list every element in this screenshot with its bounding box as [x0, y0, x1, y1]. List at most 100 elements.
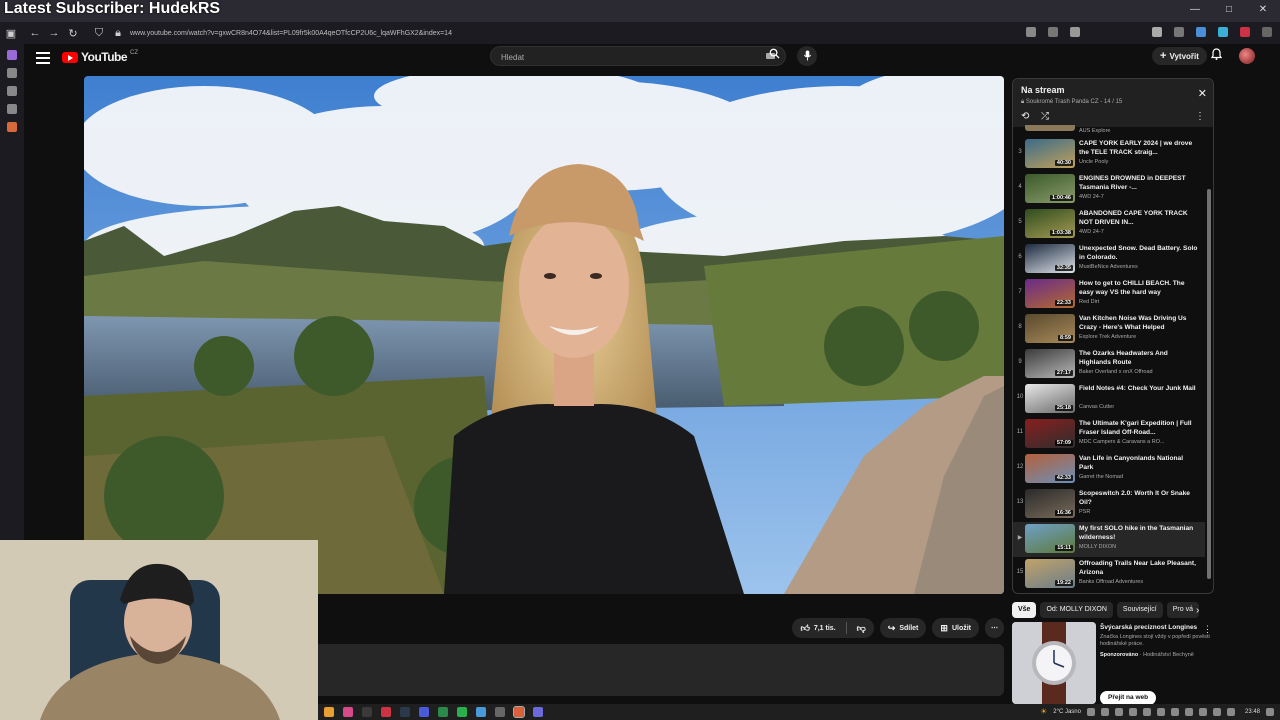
playlist-item[interactable]: 3 40:30 CAPE YORK EARLY 2024 | we drove th…: [1013, 137, 1205, 172]
taskbar-app-instagram-icon[interactable]: [343, 707, 353, 717]
taskbar-app-shield-icon[interactable]: [381, 707, 391, 717]
search-button[interactable]: [762, 46, 786, 66]
chip-filter[interactable]: Související: [1116, 602, 1163, 618]
inbox-icon[interactable]: [7, 68, 17, 78]
reload-icon[interactable]: ↻: [65, 27, 81, 40]
reader-icon[interactable]: [1026, 27, 1036, 37]
taskbar-app-chrome-icon[interactable]: [476, 707, 486, 717]
extension-icon-3[interactable]: [1196, 27, 1206, 37]
ad-title[interactable]: Švýcarská preciznost Longines: [1100, 624, 1210, 631]
playlist-item-thumbnail[interactable]: 1:03:38: [1025, 209, 1075, 238]
like-button[interactable]: 👍︎ 7,1 tis.: [800, 623, 835, 634]
account-avatar[interactable]: [1239, 48, 1255, 64]
playlist-item[interactable]: ▶ 15:11 My first SOLO hike in the Tasmania…: [1013, 522, 1205, 557]
playlist-item[interactable]: 9 27:17 The Ozarks Headwaters And Highland…: [1013, 347, 1205, 382]
dislike-button[interactable]: 👎︎: [857, 623, 866, 634]
close-window-icon[interactable]: ✕: [1256, 4, 1270, 15]
playlist-item-title[interactable]: Van Life in Canyonlands National Park: [1079, 454, 1199, 472]
tray-icon-5[interactable]: [1142, 707, 1151, 716]
extension-icon-4[interactable]: [1218, 27, 1228, 37]
bookmarks-icon[interactable]: [7, 104, 17, 114]
chip-filter[interactable]: Od: MOLLY DIXON: [1040, 602, 1113, 618]
playlist-scrollbar[interactable]: [1206, 129, 1212, 589]
minimize-icon[interactable]: —: [1188, 4, 1202, 15]
youtube-logo[interactable]: YouTube CZ: [62, 50, 138, 64]
playlist-item-thumbnail[interactable]: 42:33: [1025, 454, 1075, 483]
playlist-item-thumbnail[interactable]: 25:18: [1025, 384, 1075, 413]
bookmark-star-icon[interactable]: [1070, 27, 1080, 37]
voice-search-button[interactable]: [797, 46, 817, 66]
playlist-item[interactable]: 7 22:33 How to get to CHILLI BEACH. The ea…: [1013, 277, 1205, 312]
playlist-item-thumbnail[interactable]: 40:30: [1025, 139, 1075, 168]
extension-icon-5[interactable]: [1240, 27, 1250, 37]
playlist-item-thumbnail[interactable]: 19:22: [1025, 559, 1075, 588]
playlist-item-thumbnail[interactable]: 32:35: [1025, 244, 1075, 273]
tray-icon-2[interactable]: [1100, 707, 1109, 716]
video-player[interactable]: [84, 76, 1004, 594]
playlist-item-title[interactable]: ABANDONED CAPE YORK TRACK NOT DRIVEN IN.…: [1079, 209, 1199, 227]
playlist-item-title[interactable]: The Ozarks Headwaters And Highlands Rout…: [1079, 349, 1199, 367]
ad-cta-button[interactable]: Přejít na web: [1100, 691, 1157, 705]
notification-center-icon[interactable]: [1266, 707, 1274, 716]
taskbar-app-spotify-icon[interactable]: [457, 707, 467, 717]
maximize-icon[interactable]: □: [1222, 4, 1236, 15]
chevron-right-icon[interactable]: ›: [1196, 605, 1199, 616]
tray-icon-1[interactable]: [1086, 707, 1095, 716]
chip-filter[interactable]: Vše: [1012, 602, 1037, 618]
close-playlist-icon[interactable]: ✕: [1198, 87, 1207, 100]
playlist-item[interactable]: 11 57:09 The Ultimate K'gari Expedition | …: [1013, 417, 1205, 452]
playlist-item-thumbnail[interactable]: 1:00:46: [1025, 174, 1075, 203]
playlist-item-thumbnail[interactable]: 15:11: [1025, 524, 1075, 553]
share-button[interactable]: ↪ Sdílet: [879, 618, 927, 638]
translate-icon[interactable]: [1048, 27, 1058, 37]
playlist-item[interactable]: 8 8:59 Van Kitchen Noise Was Driving Us Cr…: [1013, 312, 1205, 347]
playlist-item-title[interactable]: Field Notes #4: Check Your Junk Mail: [1079, 384, 1199, 393]
scrollbar-thumb[interactable]: [1207, 189, 1211, 579]
playlist-item-title[interactable]: Scopeswitch 2.0: Worth It Or Snake Oil?: [1079, 489, 1199, 507]
save-button[interactable]: ⊞ Uložit: [932, 618, 979, 638]
ad-more-icon[interactable]: ⋮: [1203, 624, 1212, 635]
playlist-item-title[interactable]: CAPE YORK EARLY 2024 | we drove the TELE…: [1079, 139, 1199, 157]
playlist-item[interactable]: 15 19:22 Offroading Trails Near Lake Pleas…: [1013, 557, 1205, 592]
extension-icon-1[interactable]: [1152, 27, 1162, 37]
taskbar-app-terminal-icon[interactable]: [362, 707, 372, 717]
playlist-title[interactable]: Na stream: [1021, 85, 1065, 95]
playlist-item[interactable]: 4 1:00:46 ENGINES DROWNED in DEEPEST Tasma…: [1013, 172, 1205, 207]
playlist-item-title[interactable]: My first SOLO hike in the Tasmanian wild…: [1079, 524, 1199, 542]
ai-icon[interactable]: [7, 50, 17, 60]
extension-icon-2[interactable]: [1174, 27, 1184, 37]
playlist-item-thumbnail[interactable]: 16:36: [1025, 489, 1075, 518]
shield-icon[interactable]: ⛉: [91, 27, 107, 40]
app-icon[interactable]: [7, 122, 17, 132]
playlist-more-icon[interactable]: ⋮: [1195, 111, 1205, 122]
sponsored-ad[interactable]: Švýcarská preciznost Longines Značka Lon…: [1012, 622, 1216, 706]
taskbar-app-discord-icon[interactable]: [533, 707, 543, 717]
playlist-item[interactable]: 10 25:18 Field Notes #4: Check Your Junk M…: [1013, 382, 1205, 417]
more-actions-button[interactable]: ⋯: [985, 618, 1004, 638]
playlist-item-thumbnail[interactable]: 27:17: [1025, 349, 1075, 378]
loop-icon[interactable]: ⟲: [1021, 111, 1029, 122]
create-button[interactable]: + Vytvořit: [1152, 47, 1207, 65]
wifi-icon[interactable]: [1212, 707, 1221, 716]
history-icon[interactable]: [7, 86, 17, 96]
tray-icon-9[interactable]: [1198, 707, 1207, 716]
url-field[interactable]: www.youtube.com/watch?v=gxwCR8n4O74&list…: [130, 30, 452, 37]
back-icon[interactable]: ←: [27, 27, 43, 39]
tray-icon-3[interactable]: [1114, 707, 1123, 716]
playlist-item-thumbnail[interactable]: 8:59: [1025, 314, 1075, 343]
playlist-item-thumbnail[interactable]: 22:33: [1025, 279, 1075, 308]
playlist-item[interactable]: 12 42:33 Van Life in Canyonlands National …: [1013, 452, 1205, 487]
sidebar-toggle-icon[interactable]: ▣: [3, 27, 19, 40]
taskbar-app-z-icon[interactable]: [419, 707, 429, 717]
playlist-item-title[interactable]: Van Kitchen Noise Was Driving Us Crazy -…: [1079, 314, 1199, 332]
tray-icon-6[interactable]: [1156, 707, 1165, 716]
playlist-item[interactable]: 5 1:03:38 ABANDONED CAPE YORK TRACK NOT DR…: [1013, 207, 1205, 242]
shuffle-icon[interactable]: ⤮: [1041, 111, 1049, 122]
menu-icon[interactable]: [1262, 27, 1272, 37]
notifications-bell-icon[interactable]: [1210, 48, 1223, 63]
playlist-item-title[interactable]: Offroading Trails Near Lake Pleasant, Ar…: [1079, 559, 1199, 577]
taskbar-app-vlc-icon[interactable]: [324, 707, 334, 717]
description-box[interactable]: [314, 644, 1004, 696]
playlist-item[interactable]: 6 32:35 Unexpected Snow. Dead Battery. Sol…: [1013, 242, 1205, 277]
tray-icon-4[interactable]: [1128, 707, 1137, 716]
